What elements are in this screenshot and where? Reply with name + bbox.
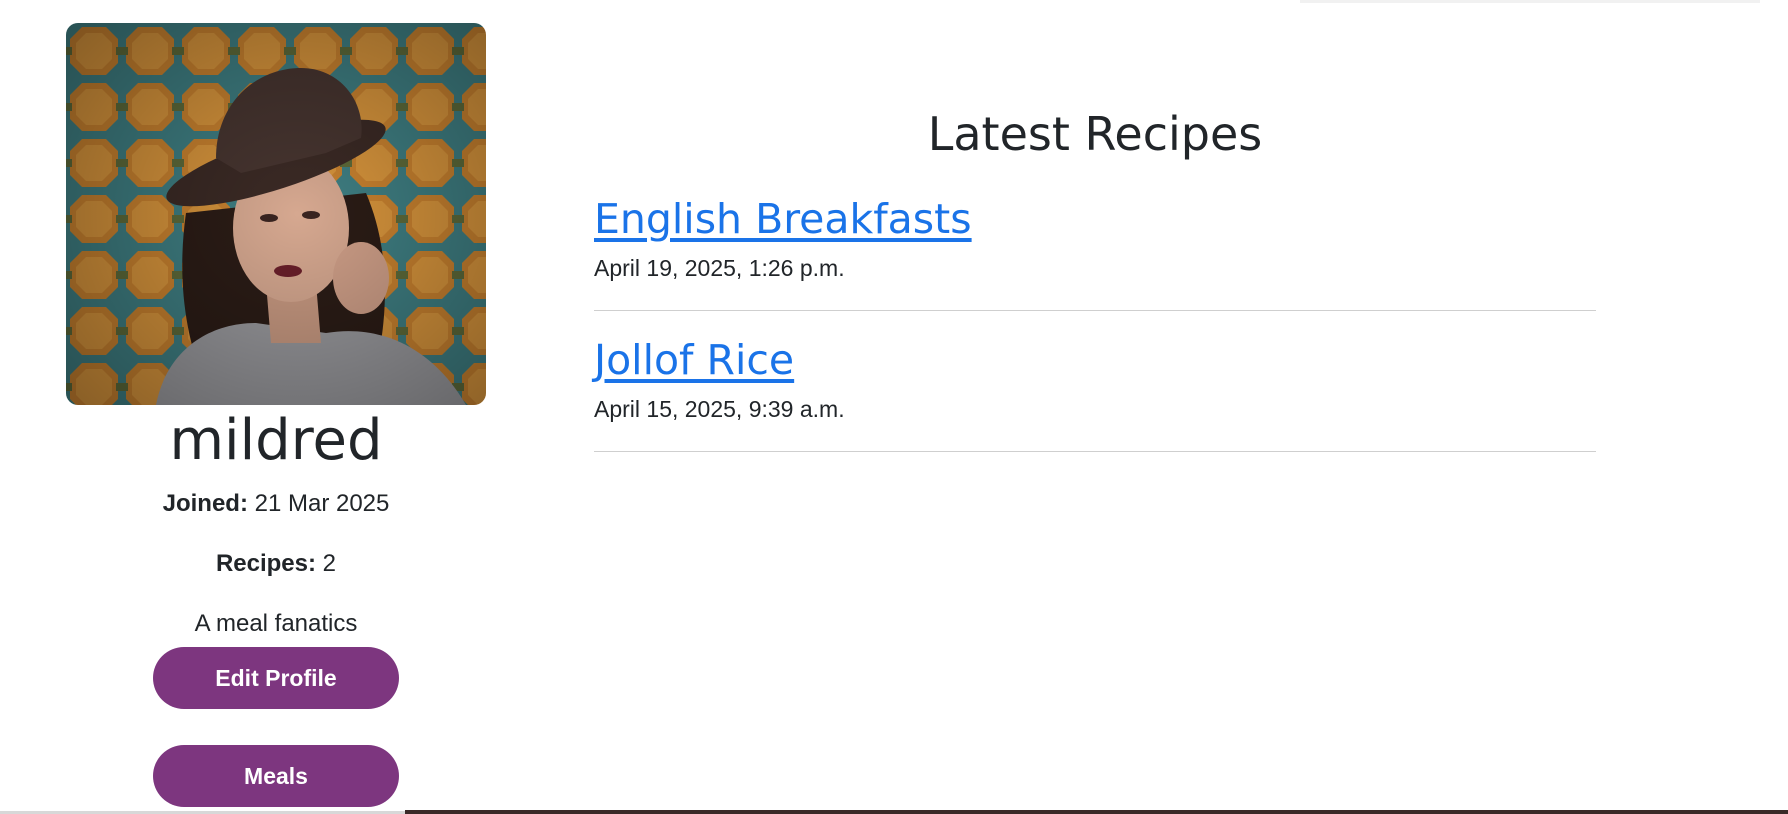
joined-label: Joined: [162,490,248,517]
profile-avatar [66,23,486,405]
recipe-date: April 19, 2025, 1:26 p.m. [594,255,845,281]
joined-value: 21 Mar 2025 [254,490,390,517]
profile-username: mildred [169,408,383,473]
recipe-item: English Breakfasts April 19, 2025, 1:26 … [594,164,1596,311]
profile-card: mildred Joined: 21 Mar 2025 Recipes: 2 A… [66,23,486,807]
top-edge-strip [1300,0,1760,3]
recipes-value: 2 [322,550,337,577]
recipe-date: April 15, 2025, 9:39 a.m. [594,396,845,422]
joined-date: Joined: 21 Mar 2025 [66,489,486,519]
recipes-label: Recipes: [215,550,316,577]
latest-recipes-section: Latest Recipes English Breakfasts April … [594,104,1596,452]
recipe-link[interactable]: Jollof Rice [594,335,794,385]
recipe-count: Recipes: 2 [66,549,486,579]
footer-edge [405,810,1788,814]
latest-recipes-heading: Latest Recipes [927,107,1263,161]
profile-page: mildred Joined: 21 Mar 2025 Recipes: 2 A… [0,0,1788,814]
edit-profile-button[interactable]: Edit Profile [153,647,399,709]
meals-button[interactable]: Meals [153,745,399,807]
profile-bio: A meal fanatics [194,610,358,637]
recipe-link[interactable]: English Breakfasts [594,194,972,244]
recipe-item: Jollof Rice April 15, 2025, 9:39 a.m. [594,311,1596,452]
